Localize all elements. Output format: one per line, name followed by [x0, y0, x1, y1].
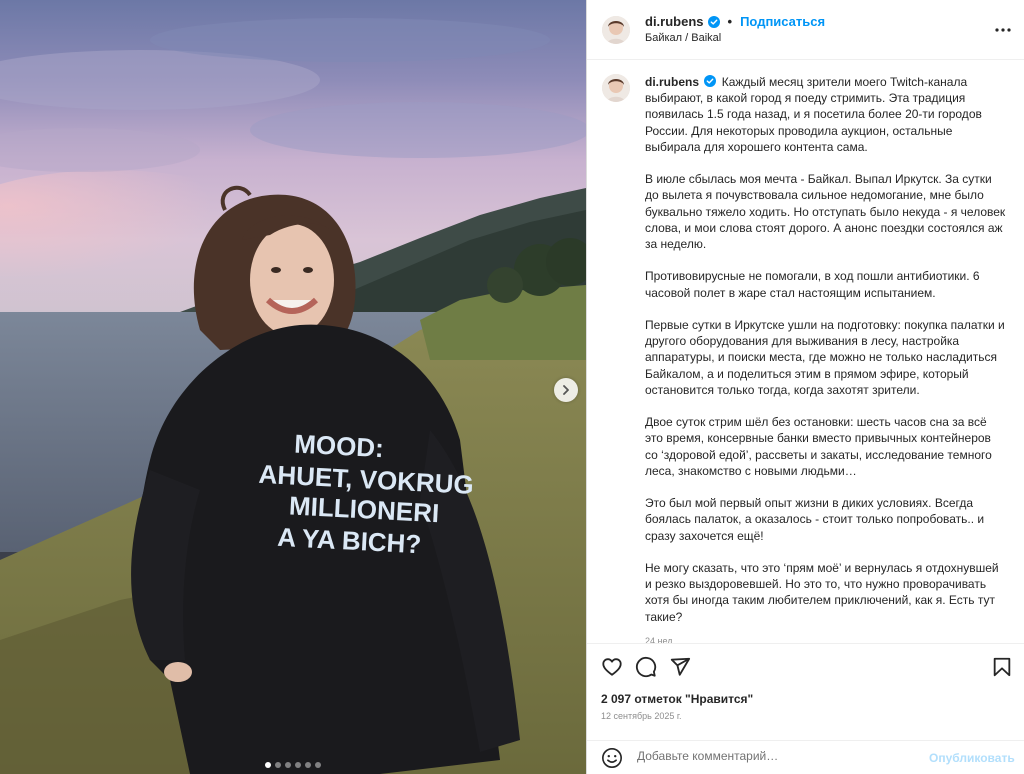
shirt-text-line: MOOD:: [294, 429, 385, 464]
caption-scroll-area[interactable]: di.rubens Каждый месяц зрители моего Twi…: [587, 60, 1024, 643]
post-date: 12 сентябрь 2025 г.: [601, 711, 682, 721]
carousel-dot: [315, 762, 321, 768]
next-media-button[interactable]: [554, 378, 578, 402]
carousel-indicator: [0, 762, 586, 768]
chevron-right-icon: [563, 385, 569, 395]
comment-input[interactable]: [637, 749, 907, 763]
verified-badge-icon: [704, 75, 717, 87]
caption-paragraph: di.rubens Каждый месяц зрители моего Twi…: [645, 74, 1007, 155]
caption-paragraph: Двое суток стрим шёл без остановки: шест…: [645, 415, 992, 478]
post-photo: MOOD: AHUET, VOKRUG MILLIONERI A YA BICH…: [0, 0, 586, 774]
post-author: di.rubens • Подписаться: [645, 14, 825, 29]
follow-button[interactable]: Подписаться: [740, 14, 825, 29]
caption-paragraph: Первые сутки в Иркутске ушли на подготов…: [645, 318, 1005, 397]
bookmark-icon[interactable]: [991, 656, 1013, 678]
share-icon[interactable]: [669, 656, 691, 678]
carousel-dot: [275, 762, 281, 768]
carousel-dot: [265, 762, 271, 768]
publish-button[interactable]: Опубликовать: [929, 751, 1015, 765]
caption-timestamp[interactable]: 24 нед.: [645, 633, 1007, 643]
carousel-dot: [295, 762, 301, 768]
emoji-icon[interactable]: [601, 747, 623, 769]
author-username[interactable]: di.rubens: [645, 14, 704, 29]
verified-badge-icon: [707, 15, 720, 28]
comment-icon[interactable]: [635, 656, 657, 678]
more-horizontal-icon: [995, 28, 1011, 32]
heart-icon[interactable]: [601, 656, 623, 678]
caption-paragraph: Не могу сказать, что это ‘прям моё’ и ве…: [645, 561, 999, 624]
carousel-dot: [285, 762, 291, 768]
avatar[interactable]: [602, 16, 630, 44]
carousel-dot: [305, 762, 311, 768]
post-actions: [587, 643, 1024, 689]
post-header: di.rubens • Подписаться Байкал / Baikal: [587, 0, 1024, 60]
caption-paragraph: Это был мой первый опыт жизни в диких ус…: [645, 496, 985, 543]
caption-paragraph: Противовирусные не помогали, в ход пошли…: [645, 269, 980, 300]
comment-composer: Опубликовать: [587, 740, 1024, 774]
post-media[interactable]: MOOD: AHUET, VOKRUG MILLIONERI A YA BICH…: [0, 0, 586, 774]
post-sidebar: di.rubens • Подписаться Байкал / Baikal: [586, 0, 1024, 774]
post-dialog: MOOD: AHUET, VOKRUG MILLIONERI A YA BICH…: [0, 0, 1024, 774]
post-caption: di.rubens Каждый месяц зрители моего Twi…: [645, 74, 1007, 643]
separator-dot: •: [727, 14, 733, 29]
caption-username[interactable]: di.rubens: [645, 75, 699, 89]
caption-avatar[interactable]: [602, 74, 630, 102]
caption-paragraph: В июле сбылась моя мечта - Байкал. Выпал…: [645, 172, 1006, 252]
post-location[interactable]: Байкал / Baikal: [645, 32, 721, 44]
more-options-button[interactable]: [995, 20, 1011, 36]
like-count[interactable]: 2 097 отметок "Нравится": [601, 692, 753, 706]
